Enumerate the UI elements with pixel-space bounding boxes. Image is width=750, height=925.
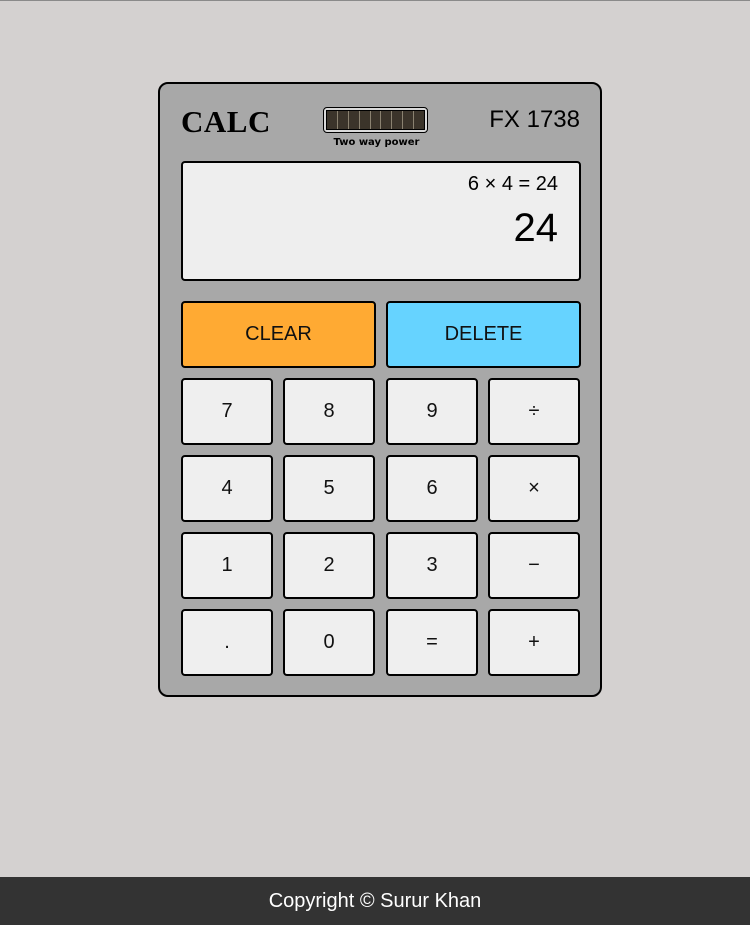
solar-cell (327, 111, 338, 129)
key-7[interactable]: 7 (181, 378, 273, 445)
key-2[interactable]: 2 (283, 532, 375, 599)
solar-cell (338, 111, 349, 129)
key-equals[interactable]: = (386, 609, 478, 676)
delete-button[interactable]: DELETE (386, 301, 581, 368)
solar-cell (381, 111, 393, 129)
footer-copyright: Copyright © Surur Khan (0, 877, 750, 925)
key-6[interactable]: 6 (386, 455, 478, 522)
model-number: FX 1738 (489, 106, 580, 133)
brand-logo: CALC (181, 104, 271, 139)
key-3[interactable]: 3 (386, 532, 478, 599)
solar-panel-cells (326, 110, 425, 130)
solar-cell (403, 111, 415, 129)
key-0[interactable]: 0 (283, 609, 375, 676)
key-subtract[interactable]: − (488, 532, 580, 599)
solar-cell (349, 111, 360, 129)
key-decimal[interactable]: . (181, 609, 273, 676)
top-border (0, 0, 750, 1)
solar-cell (414, 111, 424, 129)
key-8[interactable]: 8 (283, 378, 375, 445)
key-5[interactable]: 5 (283, 455, 375, 522)
key-1[interactable]: 1 (181, 532, 273, 599)
calculator-body: CALC Two way power FX 1738 6 × 4 = 24 24… (158, 82, 602, 697)
solar-cell (371, 111, 382, 129)
solar-panel-icon (323, 107, 428, 133)
key-4[interactable]: 4 (181, 455, 273, 522)
clear-button[interactable]: CLEAR (181, 301, 376, 368)
calculator-display: 6 × 4 = 24 24 (181, 161, 581, 281)
key-add[interactable]: + (488, 609, 580, 676)
solar-cell (392, 111, 404, 129)
display-expression: 6 × 4 = 24 (467, 173, 558, 195)
key-divide[interactable]: ÷ (488, 378, 580, 445)
solar-panel-label: Two way power (333, 137, 420, 148)
key-multiply[interactable]: × (488, 455, 580, 522)
solar-cell (360, 111, 371, 129)
display-result: 24 (513, 206, 559, 250)
key-9[interactable]: 9 (386, 378, 478, 445)
